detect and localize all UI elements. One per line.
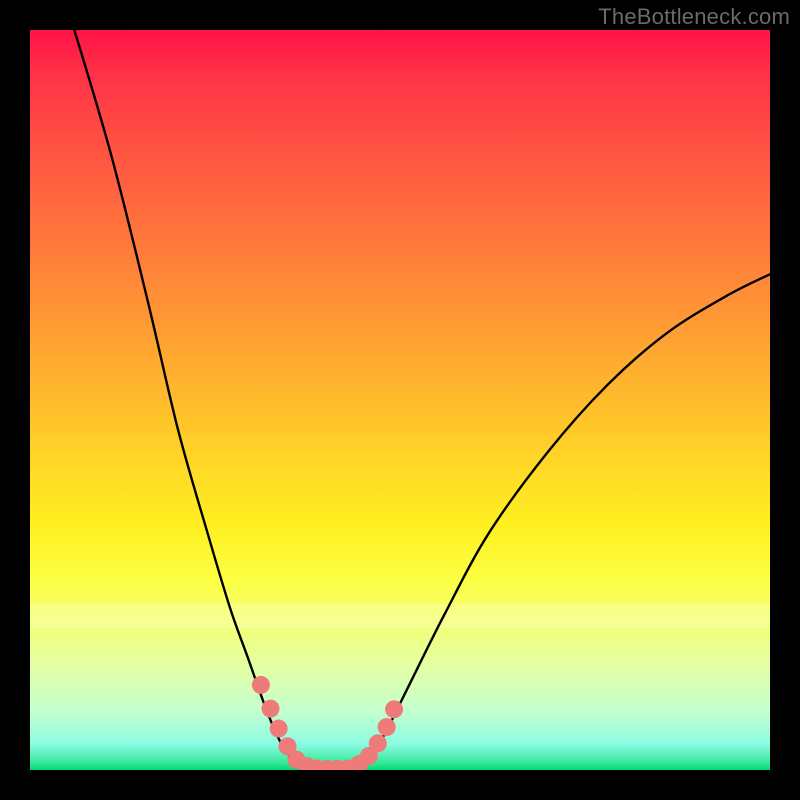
canvas: TheBottleneck.com bbox=[0, 0, 800, 800]
watermark-text: TheBottleneck.com bbox=[598, 4, 790, 30]
valley-marker bbox=[262, 700, 280, 718]
valley-marker bbox=[252, 676, 270, 694]
bottleneck-curve bbox=[74, 30, 770, 769]
valley-marker bbox=[378, 718, 396, 736]
bottleneck-curve-path bbox=[74, 30, 770, 769]
plot-area bbox=[30, 30, 770, 770]
curve-layer bbox=[30, 30, 770, 770]
valley-marker bbox=[270, 720, 288, 738]
valley-marker bbox=[385, 700, 403, 718]
valley-markers bbox=[252, 676, 403, 770]
valley-marker bbox=[369, 734, 387, 752]
